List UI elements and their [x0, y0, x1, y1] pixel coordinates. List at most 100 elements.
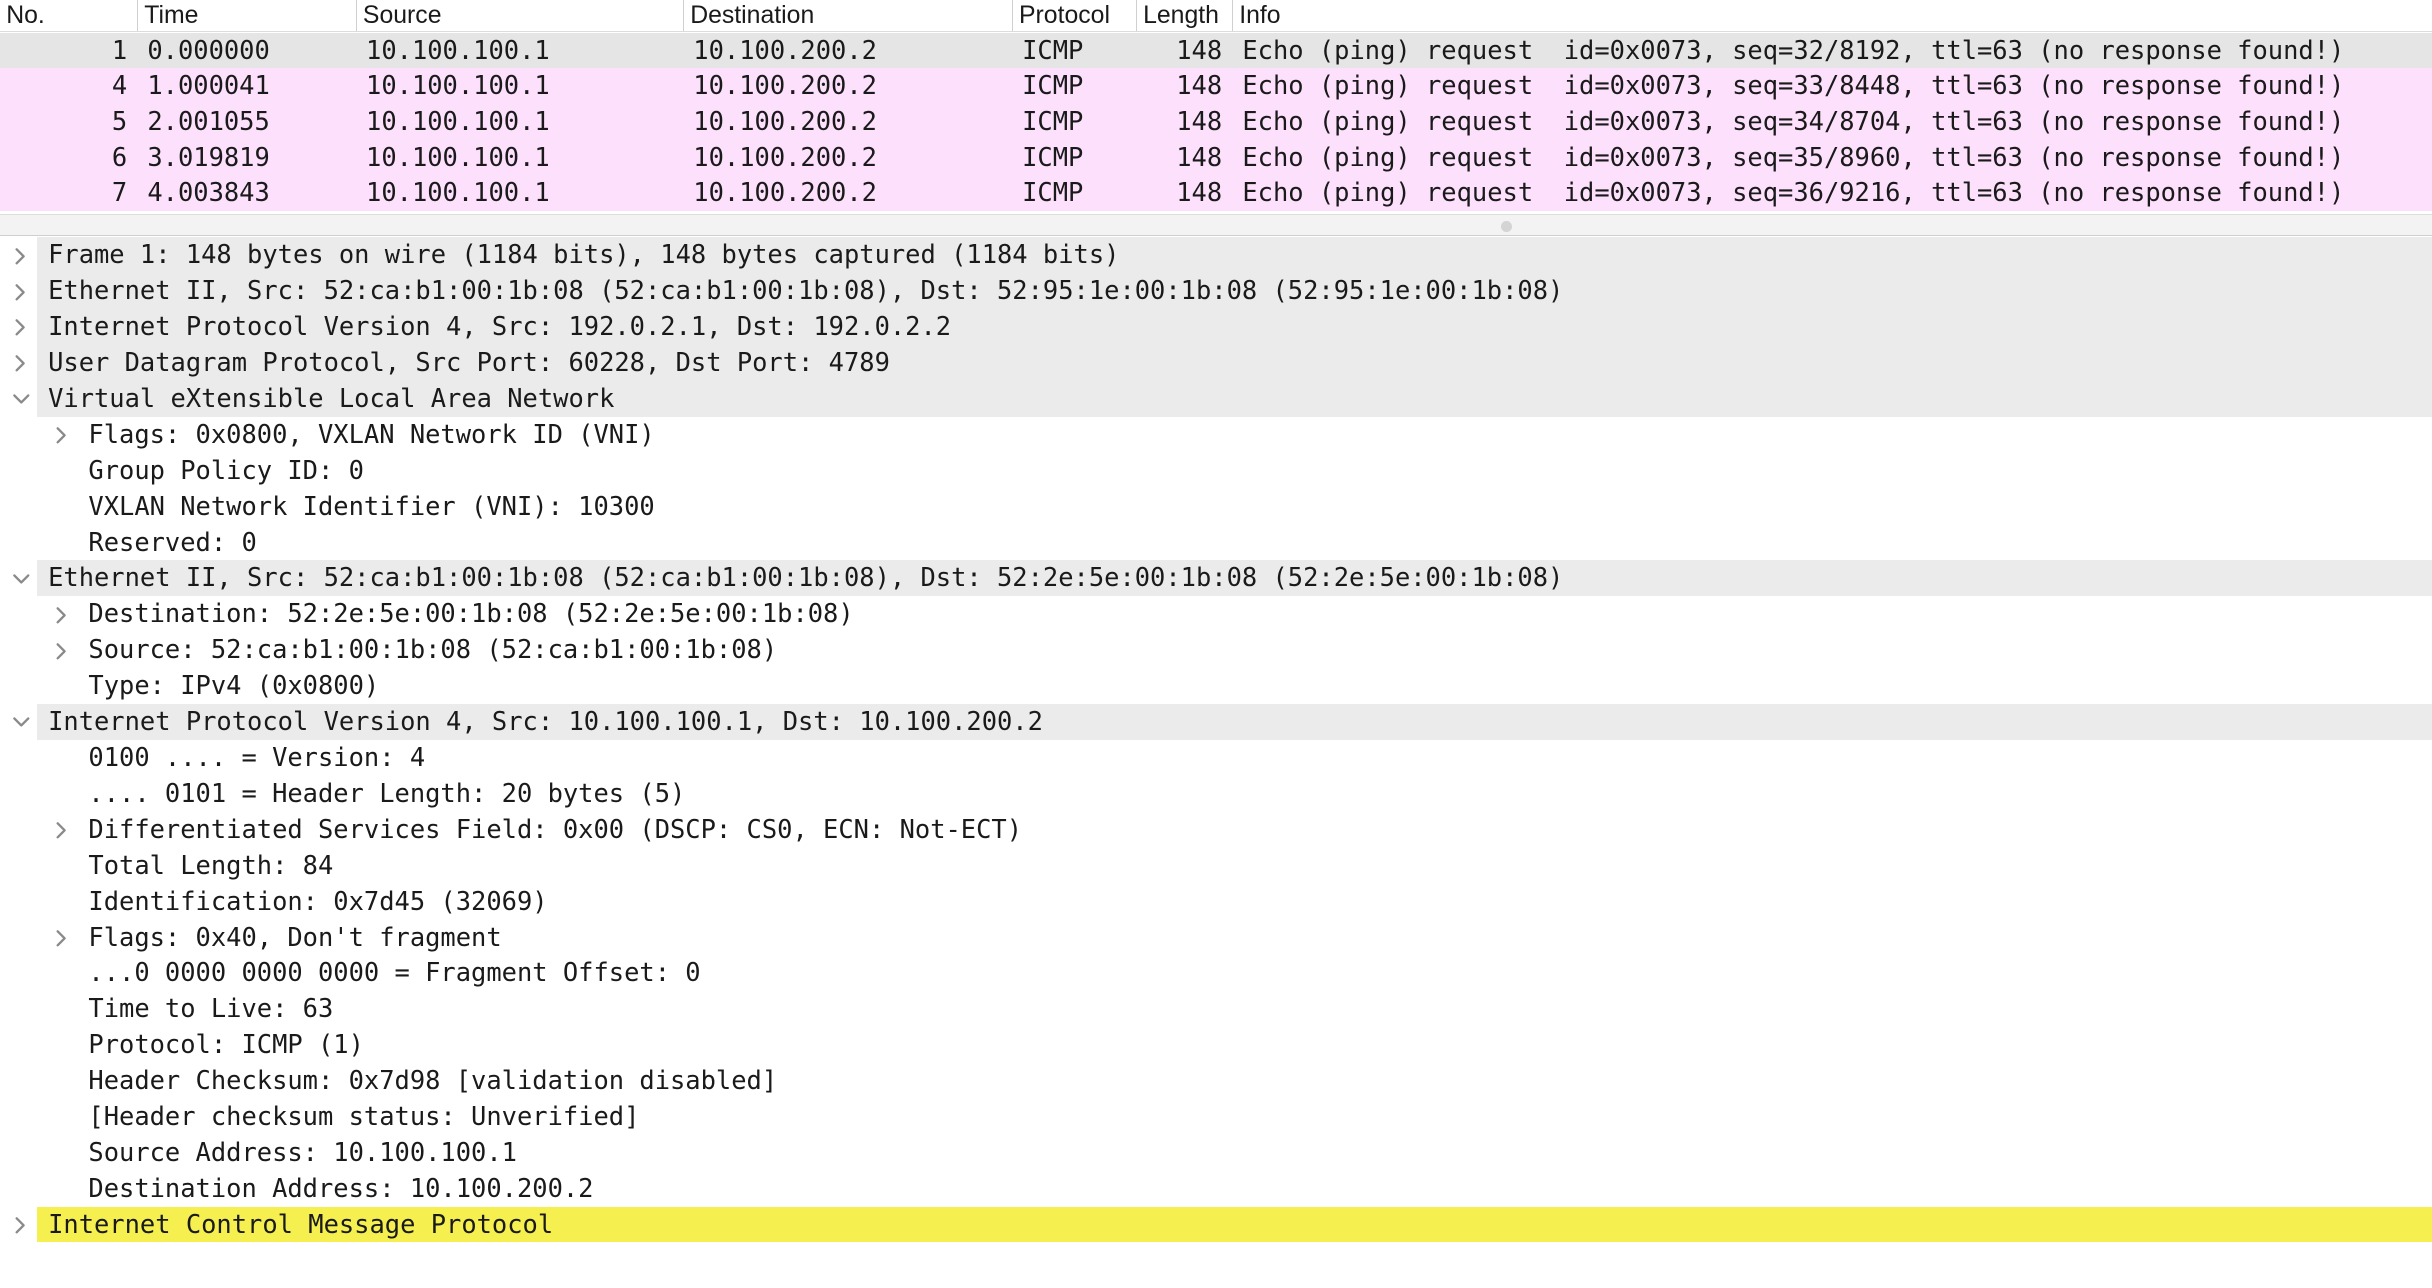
tree-row-label: Internet Protocol Version 4, Src: 10.100…: [48, 706, 1043, 737]
tree-row-label: Type: IPv4 (0x0800): [88, 670, 380, 701]
column-header-length[interactable]: Length: [1137, 0, 1234, 32]
tree-field-row[interactable]: Group Policy ID: 0: [0, 453, 2432, 489]
packet-row[interactable]: 5 2.001055 10.100.100.1 10.100.200.2 ICM…: [0, 103, 2432, 140]
packet-length: 148: [1176, 34, 1223, 65]
packet-protocol: ICMP: [1022, 177, 1084, 208]
column-header-protocol[interactable]: Protocol: [1013, 0, 1137, 32]
packet-destination: 10.100.200.2: [693, 177, 877, 208]
tree-field-row[interactable]: Identification: 0x7d45 (32069): [0, 884, 2432, 920]
tree-protocol-row[interactable]: Virtual eXtensible Local Area Network: [0, 380, 2432, 417]
chevron-right-icon[interactable]: [9, 309, 34, 345]
tree-row-label: Flags: 0x0800, VXLAN Network ID (VNI): [88, 418, 655, 449]
tree-row-label: ...0 0000 0000 0000 = Fragment Offset: 0: [88, 957, 701, 988]
tree-field-row[interactable]: Source: 52:ca:b1:00:1b:08 (52:ca:b1:00:1…: [0, 632, 2432, 668]
chevron-right-icon[interactable]: [50, 417, 75, 453]
tree-row-label: VXLAN Network Identifier (VNI): 10300: [88, 490, 655, 521]
packet-no: 5: [111, 105, 128, 136]
column-header-destination[interactable]: Destination: [684, 0, 1013, 32]
splitter-grip-icon[interactable]: [1501, 221, 1513, 233]
packet-info: Echo (ping) request id=0x0073, seq=36/92…: [1242, 177, 2345, 208]
tree-field-row[interactable]: [Header checksum status: Unverified]: [0, 1099, 2432, 1135]
packet-destination: 10.100.200.2: [693, 105, 877, 136]
packet-info: Echo (ping) request id=0x0073, seq=33/84…: [1242, 70, 2345, 101]
tree-row-label: Ethernet II, Src: 52:ca:b1:00:1b:08 (52:…: [48, 275, 1564, 306]
tree-field-row[interactable]: Type: IPv4 (0x0800): [0, 668, 2432, 704]
packet-destination: 10.100.200.2: [693, 141, 877, 172]
chevron-right-icon[interactable]: [9, 237, 34, 273]
tree-field-row[interactable]: Flags: 0x0800, VXLAN Network ID (VNI): [0, 417, 2432, 453]
tree-row-label: Identification: 0x7d45 (32069): [88, 885, 548, 916]
tree-row-label: Source Address: 10.100.100.1: [88, 1136, 517, 1167]
column-header-source[interactable]: Source: [357, 0, 684, 32]
tree-row-label: 0100 .... = Version: 4: [88, 741, 426, 772]
tree-protocol-row[interactable]: User Datagram Protocol, Src Port: 60228,…: [0, 345, 2432, 381]
tree-field-row[interactable]: Total Length: 84: [0, 848, 2432, 884]
tree-row-label: Protocol: ICMP (1): [88, 1029, 364, 1060]
packet-no: 7: [111, 177, 128, 208]
packet-list-header: No. Time Source Destination Protocol Len…: [0, 0, 2432, 33]
tree-field-row[interactable]: 0100 .... = Version: 4: [0, 740, 2432, 776]
tree-row-label: Internet Control Message Protocol: [48, 1208, 554, 1239]
tree-protocol-row[interactable]: Internet Protocol Version 4, Src: 10.100…: [0, 704, 2432, 740]
tree-protocol-row[interactable]: Internet Protocol Version 4, Src: 192.0.…: [0, 309, 2432, 345]
chevron-down-icon[interactable]: [9, 704, 34, 740]
packet-destination: 10.100.200.2: [693, 34, 877, 65]
tree-field-row[interactable]: Protocol: ICMP (1): [0, 1027, 2432, 1063]
chevron-down-icon[interactable]: [9, 560, 34, 596]
tree-protocol-row[interactable]: Ethernet II, Src: 52:ca:b1:00:1b:08 (52:…: [0, 560, 2432, 597]
tree-field-row[interactable]: Source Address: 10.100.100.1: [0, 1135, 2432, 1171]
tree-field-row[interactable]: Differentiated Services Field: 0x00 (DSC…: [0, 812, 2432, 848]
tree-row-label: Reserved: 0: [88, 526, 257, 557]
tree-row-label: [Header checksum status: Unverified]: [88, 1101, 640, 1132]
chevron-right-icon[interactable]: [50, 920, 75, 956]
chevron-right-icon[interactable]: [9, 273, 34, 309]
chevron-down-icon[interactable]: [9, 381, 34, 417]
tree-protocol-row[interactable]: Internet Control Message Protocol: [0, 1206, 2432, 1243]
tree-row-label: Ethernet II, Src: 52:ca:b1:00:1b:08 (52:…: [48, 562, 1564, 593]
tree-row-label: Time to Live: 63: [88, 993, 334, 1024]
packet-row[interactable]: 1 0.000000 10.100.100.1 10.100.200.2 ICM…: [0, 32, 2432, 69]
packet-row[interactable]: 7 4.003843 10.100.100.1 10.100.200.2 ICM…: [0, 175, 2432, 211]
tree-field-row[interactable]: Destination: 52:2e:5e:00:1b:08 (52:2e:5e…: [0, 596, 2432, 632]
packet-row[interactable]: 4 1.000041 10.100.100.1 10.100.200.2 ICM…: [0, 68, 2432, 104]
tree-row-label: Frame 1: 148 bytes on wire (1184 bits), …: [48, 239, 1120, 270]
packet-protocol: ICMP: [1022, 70, 1084, 101]
tree-field-row[interactable]: .... 0101 = Header Length: 20 bytes (5): [0, 776, 2432, 812]
packet-info: Echo (ping) request id=0x0073, seq=32/81…: [1242, 34, 2345, 65]
packet-row[interactable]: 6 3.019819 10.100.100.1 10.100.200.2 ICM…: [0, 139, 2432, 176]
tree-row-label: Destination: 52:2e:5e:00:1b:08 (52:2e:5e…: [88, 598, 854, 629]
tree-row-label: Source: 52:ca:b1:00:1b:08 (52:ca:b1:00:1…: [88, 634, 778, 665]
packet-length: 148: [1176, 141, 1223, 172]
tree-field-row[interactable]: Destination Address: 10.100.200.2: [0, 1171, 2432, 1207]
packet-protocol: ICMP: [1022, 141, 1084, 172]
tree-field-row[interactable]: Flags: 0x40, Don't fragment: [0, 920, 2432, 956]
packet-length: 148: [1176, 177, 1223, 208]
packet-length: 148: [1176, 105, 1223, 136]
packet-protocol: ICMP: [1022, 105, 1084, 136]
packet-time: 1.000041: [147, 70, 270, 101]
chevron-right-icon[interactable]: [9, 345, 34, 381]
chevron-right-icon[interactable]: [50, 596, 75, 632]
tree-field-row[interactable]: Reserved: 0: [0, 525, 2432, 561]
tree-protocol-row[interactable]: Frame 1: 148 bytes on wire (1184 bits), …: [0, 237, 2432, 273]
tree-field-row[interactable]: Header Checksum: 0x7d98 [validation disa…: [0, 1063, 2432, 1099]
packet-source: 10.100.100.1: [366, 105, 550, 136]
packet-length: 148: [1176, 70, 1223, 101]
tree-row-label: Destination Address: 10.100.200.2: [88, 1172, 594, 1203]
tree-row-label: Internet Protocol Version 4, Src: 192.0.…: [48, 311, 952, 342]
tree-field-row[interactable]: VXLAN Network Identifier (VNI): 10300: [0, 489, 2432, 525]
pane-splitter[interactable]: [0, 214, 2432, 236]
tree-row-label: Virtual eXtensible Local Area Network: [48, 382, 615, 413]
tree-row-label: User Datagram Protocol, Src Port: 60228,…: [48, 347, 890, 378]
column-header-info[interactable]: Info: [1233, 0, 2432, 31]
tree-protocol-row[interactable]: Ethernet II, Src: 52:ca:b1:00:1b:08 (52:…: [0, 273, 2432, 309]
chevron-right-icon[interactable]: [9, 1207, 34, 1243]
chevron-right-icon[interactable]: [50, 812, 75, 848]
tree-row-label: Differentiated Services Field: 0x00 (DSC…: [88, 813, 1023, 844]
chevron-right-icon[interactable]: [50, 632, 75, 668]
wireshark-window: No. Time Source Destination Protocol Len…: [0, 0, 2432, 1285]
column-header-no[interactable]: No.: [0, 0, 139, 32]
tree-field-row[interactable]: ...0 0000 0000 0000 = Fragment Offset: 0: [0, 955, 2432, 991]
tree-field-row[interactable]: Time to Live: 63: [0, 991, 2432, 1027]
column-header-time[interactable]: Time: [138, 0, 357, 32]
